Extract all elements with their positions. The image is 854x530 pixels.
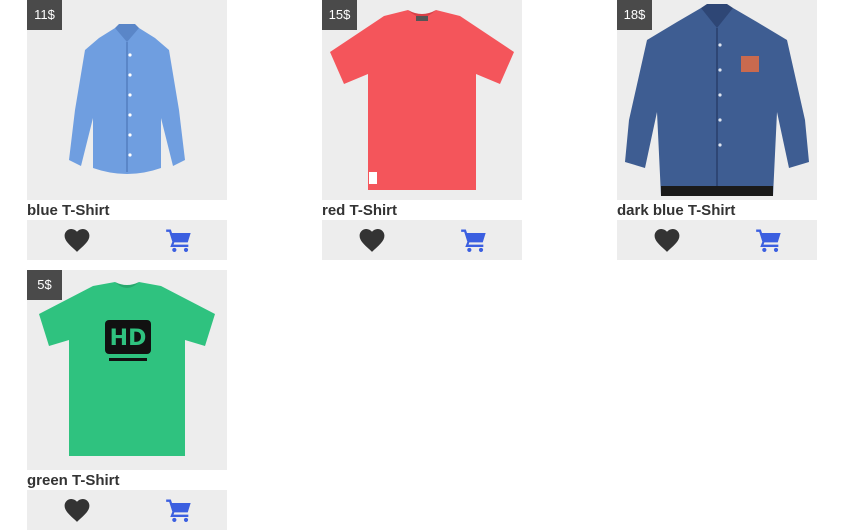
shopping-cart-icon — [166, 499, 191, 523]
heart-icon — [64, 229, 90, 252]
product-name[interactable]: blue T-Shirt — [27, 200, 227, 220]
t-shirt-icon: HD — [39, 282, 215, 456]
add-to-cart-button[interactable] — [422, 220, 522, 260]
favorite-button[interactable] — [322, 220, 422, 260]
product-actions — [27, 220, 227, 260]
brand-logo-text: HD — [110, 326, 147, 351]
product-card: 11$ blue T-Shirt — [27, 0, 227, 260]
product-actions — [27, 490, 227, 530]
price-badge: 5$ — [27, 270, 62, 300]
product-image[interactable]: 18$ — [617, 0, 817, 200]
product-image[interactable]: 15$ — [322, 0, 522, 200]
product-card: 18$ dark blue T-Shirt — [617, 0, 817, 260]
price-badge: 11$ — [27, 0, 62, 30]
t-shirt-icon — [330, 10, 514, 190]
long-sleeve-shirt-icon — [69, 24, 185, 174]
add-to-cart-button[interactable] — [127, 220, 227, 260]
heart-icon — [654, 229, 680, 252]
product-actions — [322, 220, 522, 260]
favorite-button[interactable] — [617, 220, 717, 260]
product-actions — [617, 220, 817, 260]
product-image[interactable]: 5$ HD — [27, 270, 227, 470]
product-card: 5$ HD green T-Shirt — [27, 270, 227, 530]
price-badge: 15$ — [322, 0, 357, 30]
heart-icon — [359, 229, 385, 252]
add-to-cart-button[interactable] — [717, 220, 817, 260]
add-to-cart-button[interactable] — [127, 490, 227, 530]
price-badge: 18$ — [617, 0, 652, 30]
favorite-button[interactable] — [27, 220, 127, 260]
shopping-cart-icon — [166, 229, 191, 253]
long-sleeve-shirt-icon — [625, 4, 809, 196]
product-image[interactable]: 11$ — [27, 0, 227, 200]
heart-icon — [64, 499, 90, 522]
favorite-button[interactable] — [27, 490, 127, 530]
product-name[interactable]: red T-Shirt — [322, 200, 522, 220]
product-name[interactable]: dark blue T-Shirt — [617, 200, 817, 220]
shopping-cart-icon — [756, 229, 781, 253]
product-card: 15$ red T-Shirt — [322, 0, 522, 260]
product-name[interactable]: green T-Shirt — [27, 470, 227, 490]
shopping-cart-icon — [461, 229, 486, 253]
